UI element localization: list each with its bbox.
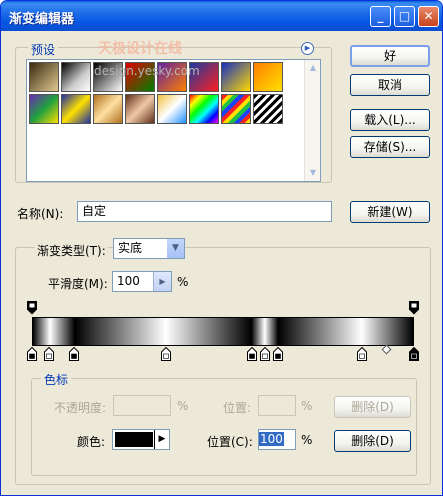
selected-color-swatch[interactable]: [115, 432, 153, 447]
opacity-location-unit: %: [301, 399, 313, 413]
scroll-up-icon[interactable]: ▲: [306, 61, 320, 75]
presets-scrollbar[interactable]: ▲ ▼: [304, 60, 320, 181]
color-menu-arrow-icon[interactable]: ▶: [154, 430, 169, 449]
delete-color-button[interactable]: 删除(D): [334, 430, 411, 452]
window-title: 渐变编辑器: [9, 12, 75, 27]
color-stop[interactable]: [260, 346, 271, 361]
preset-swatch[interactable]: [29, 62, 59, 92]
location-value: 100: [259, 432, 284, 446]
preset-swatch[interactable]: [253, 62, 283, 92]
new-button[interactable]: 新建(W): [350, 201, 430, 223]
ok-button[interactable]: 好: [350, 45, 430, 67]
presets-group: ▲ ▼ 天极设计在线 design.yesky.com: [15, 41, 332, 183]
smoothness-value: 100: [117, 274, 140, 288]
title-bar[interactable]: 渐变编辑器 _ □ ✕: [1, 1, 442, 31]
color-stop[interactable]: [27, 346, 37, 361]
opacity-location-input: [258, 395, 296, 416]
opacity-unit: %: [177, 399, 189, 413]
color-stop[interactable]: [409, 346, 419, 361]
close-button[interactable]: ✕: [418, 6, 439, 27]
minimize-button[interactable]: _: [370, 6, 391, 27]
gradient-editor-window: 渐变编辑器 _ □ ✕ ▲ ▼ 天极设计在线 design.yesky.com …: [0, 0, 443, 496]
opacity-input: [113, 395, 171, 416]
preset-swatch[interactable]: [253, 94, 283, 124]
gradient-type-value: 实底: [118, 241, 143, 255]
color-stop[interactable]: [357, 346, 368, 361]
arrow-right-circle-icon[interactable]: ▶: [301, 42, 314, 55]
opacity-stop[interactable]: [27, 301, 37, 315]
maximize-button[interactable]: □: [394, 6, 415, 27]
load-button[interactable]: 载入(L)...: [350, 109, 430, 131]
smoothness-unit: %: [177, 275, 189, 289]
preset-swatch[interactable]: [61, 94, 91, 124]
gradient-type-select[interactable]: 实底 ▼: [113, 238, 185, 259]
presets-legend: 预设: [28, 41, 59, 58]
color-stop[interactable]: [246, 346, 257, 361]
location-unit: %: [301, 433, 313, 447]
name-input[interactable]: 自定: [77, 201, 332, 222]
preset-swatch[interactable]: [221, 62, 251, 92]
preset-swatch[interactable]: [29, 94, 59, 124]
color-stop[interactable]: [273, 346, 284, 361]
preset-swatch[interactable]: [93, 94, 123, 124]
color-stop[interactable]: [160, 346, 171, 361]
color-stop-legend: 色标: [41, 371, 72, 388]
color-stop[interactable]: [44, 346, 55, 361]
chevron-down-icon[interactable]: ▼: [167, 239, 184, 258]
cancel-button[interactable]: 取消: [350, 74, 430, 96]
smoothness-input[interactable]: 100 ▶: [112, 271, 172, 292]
location-label: 位置(C):: [207, 435, 253, 449]
preset-swatch[interactable]: [125, 94, 155, 124]
color-stop[interactable]: [69, 346, 80, 361]
opacity-stop[interactable]: [409, 301, 419, 315]
scroll-down-icon[interactable]: ▼: [306, 166, 320, 180]
color-stop-group: [31, 378, 417, 476]
watermark-url: design.yesky.com: [94, 64, 200, 78]
gradient-preview-bar[interactable]: [32, 317, 414, 346]
preset-swatch[interactable]: [61, 62, 91, 92]
watermark-text: 天极设计在线: [98, 41, 182, 57]
opacity-location-label: 位置:: [223, 401, 252, 415]
location-input[interactable]: 100: [258, 429, 296, 450]
smoothness-label: 平滑度(M):: [48, 277, 108, 291]
preset-swatch[interactable]: [221, 94, 251, 124]
delete-opacity-button: 删除(D): [334, 396, 411, 418]
gradient-type-label: 渐变类型(T):: [35, 242, 108, 259]
color-label: 颜色:: [77, 435, 106, 449]
name-label: 名称(N):: [17, 207, 64, 221]
preset-swatch[interactable]: [157, 94, 187, 124]
save-button[interactable]: 存储(S)...: [350, 136, 430, 158]
opacity-label: 不透明度:: [54, 401, 107, 415]
preset-swatch[interactable]: [189, 94, 219, 124]
slider-arrow-icon[interactable]: ▶: [153, 272, 171, 291]
color-swatch-picker[interactable]: ▶: [112, 429, 170, 450]
